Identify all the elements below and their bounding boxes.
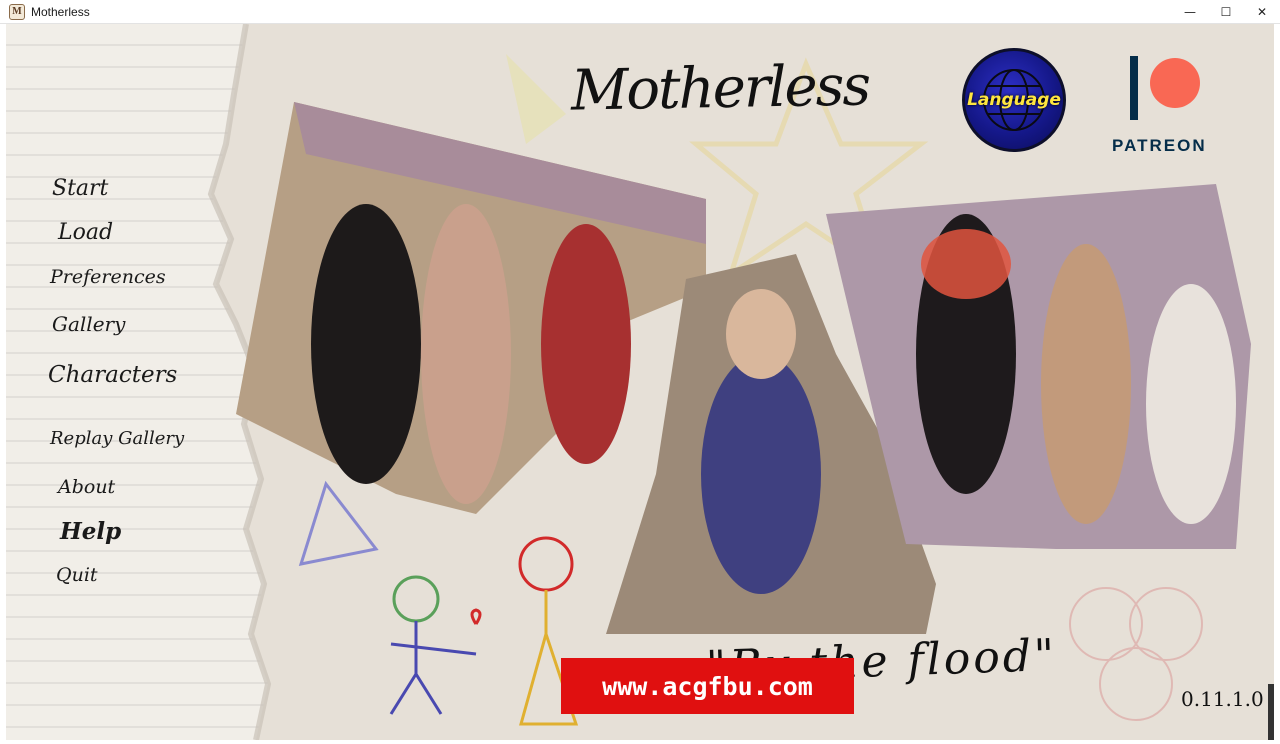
patreon-label: PATREON	[1112, 136, 1207, 155]
patreon-button[interactable]: PATREON	[1106, 54, 1226, 155]
menu-about[interactable]: About	[58, 476, 115, 498]
menu-replay-gallery[interactable]: Replay Gallery	[50, 428, 184, 449]
edge-scroll-indicator	[1268, 684, 1274, 740]
app-icon: M	[9, 3, 25, 20]
menu-preferences[interactable]: Preferences	[50, 266, 166, 288]
window-title: Motherless	[31, 4, 90, 19]
torn-paper-background	[6, 24, 1274, 740]
menu-gallery[interactable]: Gallery	[52, 312, 125, 336]
language-label: Language	[967, 90, 1061, 110]
menu-load[interactable]: Load	[58, 220, 113, 245]
game-main-menu: Start Load Preferences Gallery Character…	[6, 24, 1274, 740]
maximize-button[interactable]: ☐	[1208, 0, 1244, 24]
menu-start[interactable]: Start	[52, 176, 108, 201]
game-title: Motherless	[570, 53, 870, 124]
menu-help[interactable]: Help	[60, 518, 121, 545]
version-label: 0.11.1.0	[1181, 687, 1264, 711]
patreon-logo-bar	[1130, 56, 1138, 120]
patreon-logo-icon	[1150, 58, 1200, 108]
close-button[interactable]: ✕	[1244, 0, 1280, 24]
window-titlebar: M Motherless — ☐ ✕	[0, 0, 1280, 24]
menu-quit[interactable]: Quit	[56, 564, 98, 586]
minimize-button[interactable]: —	[1172, 0, 1208, 24]
watermark-banner: www.acgfbu.com	[561, 658, 854, 714]
language-button[interactable]: Language	[962, 48, 1066, 152]
menu-characters[interactable]: Characters	[48, 362, 177, 388]
window-controls: — ☐ ✕	[1172, 0, 1280, 24]
